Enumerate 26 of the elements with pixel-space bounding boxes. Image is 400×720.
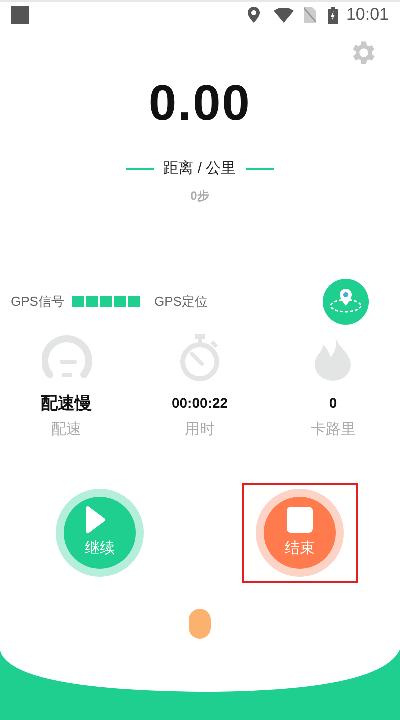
stop-icon <box>286 506 314 534</box>
stat-value: 0 <box>329 394 338 413</box>
battery-icon <box>328 6 338 24</box>
stat-value: 00:00:22 <box>172 394 228 413</box>
stop-button[interactable]: 结束 <box>256 489 344 577</box>
distance-value: 0.00 <box>148 78 252 128</box>
distance-unit-label: 距离 / 公里 <box>164 159 236 179</box>
stat-value: 配速慢 <box>41 392 92 414</box>
status-time: 10:01 <box>346 4 389 26</box>
locate-button[interactable] <box>323 278 369 324</box>
step-count: 0步 <box>190 188 210 204</box>
stat-label: 用时 <box>184 420 215 440</box>
stopwatch-icon <box>178 334 222 382</box>
stat-label: 配速 <box>52 420 82 440</box>
speedometer-icon <box>42 334 92 380</box>
location-icon <box>248 7 260 23</box>
wifi-icon <box>274 8 294 22</box>
gps-locate-label: GPS定位 <box>154 292 208 311</box>
notification-icon <box>11 6 29 24</box>
resume-button[interactable]: 继续 <box>56 489 144 577</box>
flame-icon <box>315 334 352 380</box>
map-pin-icon <box>329 288 363 314</box>
gps-signal-label: GPS信号 <box>11 292 64 311</box>
no-sim-icon <box>304 7 316 23</box>
gps-signal-icon <box>72 296 140 307</box>
stat-label: 卡路里 <box>310 420 356 440</box>
